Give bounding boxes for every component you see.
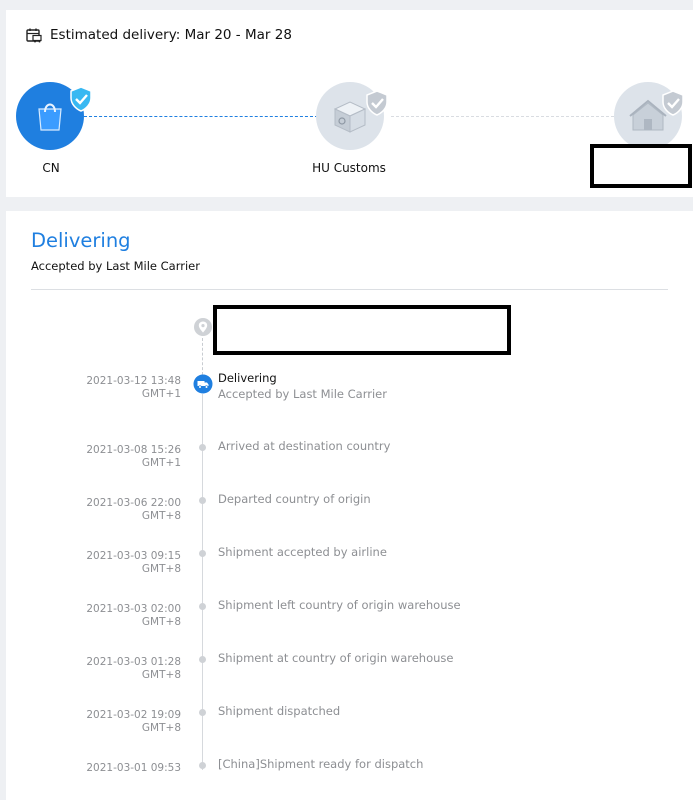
stage-origin-label: CN: [42, 161, 60, 175]
estimated-delivery-range: Mar 20 - Mar 28: [184, 27, 292, 43]
timeline-dot: [199, 762, 206, 769]
event-date: 2021-03-03 09:15: [86, 550, 181, 562]
event-title: Shipment left country of origin warehous…: [218, 598, 461, 612]
timeline-dot: [199, 709, 206, 716]
progress-line-completed: [84, 116, 318, 117]
section-divider: [31, 289, 668, 290]
delivery-progress-card: Estimated delivery: Mar 20 - Mar 28 CN H…: [6, 10, 693, 197]
timeline-dot: [199, 497, 206, 504]
event-title: Departed country of origin: [218, 492, 371, 506]
event-date: 2021-03-03 02:00: [86, 603, 181, 615]
event-time: 2021-03-01 09:53: [86, 762, 181, 775]
redacted-destination-label: [590, 144, 692, 188]
event-time: 2021-03-08 15:26 GMT+1: [86, 444, 181, 470]
current-status-detail: Accepted by Last Mile Carrier: [31, 259, 200, 273]
event-time: 2021-03-02 19:09 GMT+8: [86, 709, 181, 735]
event-date: 2021-03-03 01:28: [86, 656, 181, 668]
estimated-delivery: Estimated delivery: Mar 20 - Mar 28: [25, 26, 292, 44]
timeline-connector-dashed: [202, 338, 203, 375]
event-time: 2021-03-03 02:00 GMT+8: [86, 603, 181, 629]
stage-customs-label: HU Customs: [312, 161, 386, 175]
check-badge-icon: [662, 90, 684, 116]
event-timezone: GMT+8: [141, 669, 181, 681]
timeline-dot: [199, 550, 206, 557]
event-date: 2021-03-12 13:48: [86, 375, 181, 387]
event-detail: Accepted by Last Mile Carrier: [218, 387, 387, 401]
event-time: 2021-03-03 09:15 GMT+8: [86, 550, 181, 576]
event-timezone: GMT+1: [141, 388, 181, 400]
event-date: 2021-03-02 19:09: [86, 709, 181, 721]
event-title: Shipment dispatched: [218, 704, 341, 718]
event-timezone: GMT+8: [141, 722, 181, 734]
location-pin-icon: [194, 318, 212, 336]
event-timezone: GMT+1: [141, 457, 181, 469]
current-status-title: Delivering: [31, 229, 131, 252]
event-date: 2021-03-06 22:00: [86, 497, 181, 509]
event-title: Delivering: [218, 371, 277, 385]
event-time: 2021-03-03 01:28 GMT+8: [86, 656, 181, 682]
verified-check-icon: [70, 86, 92, 112]
event-date: 2021-03-08 15:26: [86, 444, 181, 456]
event-timezone: GMT+8: [141, 510, 181, 522]
redacted-address: [213, 305, 511, 355]
event-time: 2021-03-06 22:00 GMT+8: [86, 497, 181, 523]
estimated-delivery-text: Estimated delivery: Mar 20 - Mar 28: [50, 27, 292, 43]
event-title: Arrived at destination country: [218, 439, 391, 453]
delivery-truck-icon: [193, 374, 213, 394]
tracking-details-card: Delivering Accepted by Last Mile Carrier…: [6, 211, 693, 800]
timeline-dot: [199, 603, 206, 610]
progress-line-pending: [391, 116, 619, 117]
calendar-truck-icon: [26, 28, 42, 43]
event-timezone: GMT+8: [141, 563, 181, 575]
event-time: 2021-03-12 13:48 GMT+1: [86, 375, 181, 401]
estimated-delivery-label: Estimated delivery:: [50, 27, 181, 43]
event-title: Shipment accepted by airline: [218, 545, 387, 559]
event-title: [China]Shipment ready for dispatch: [218, 757, 424, 771]
check-badge-icon: [366, 90, 388, 116]
event-timezone: GMT+8: [141, 616, 181, 628]
event-title: Shipment at country of origin warehouse: [218, 651, 454, 665]
timeline-dot: [199, 444, 206, 451]
event-date: 2021-03-01 09:53: [86, 762, 181, 774]
timeline-dot: [199, 656, 206, 663]
